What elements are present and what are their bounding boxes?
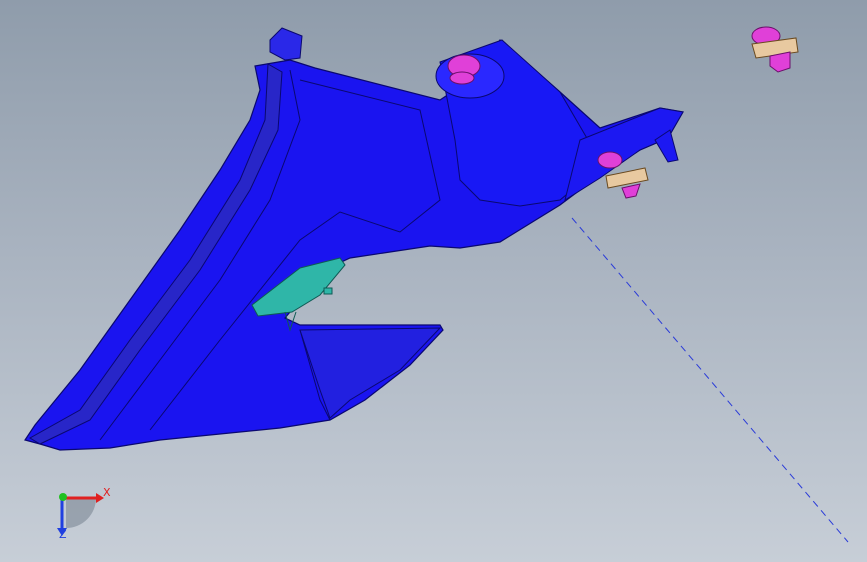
locating-tab	[269, 27, 303, 61]
fastener-tab-washer	[605, 167, 649, 189]
teal-clip-nub	[323, 287, 333, 295]
y-axis-dot	[59, 493, 67, 501]
trim-panel[interactable]	[24, 27, 684, 451]
axis-centerline	[571, 217, 849, 543]
x-axis-label: X	[103, 486, 111, 499]
z-axis-label: Z	[59, 528, 67, 541]
fastener-tab-head	[597, 151, 623, 169]
fastener-tab-shank	[621, 183, 641, 199]
model-scene[interactable]	[0, 0, 867, 562]
axis-triad-shadow	[66, 498, 96, 528]
fastener-floating[interactable]	[751, 26, 799, 73]
fastener-floating-body	[769, 51, 791, 73]
fastener-boss-base	[449, 71, 475, 85]
cad-viewport[interactable]: X Z	[0, 0, 867, 562]
